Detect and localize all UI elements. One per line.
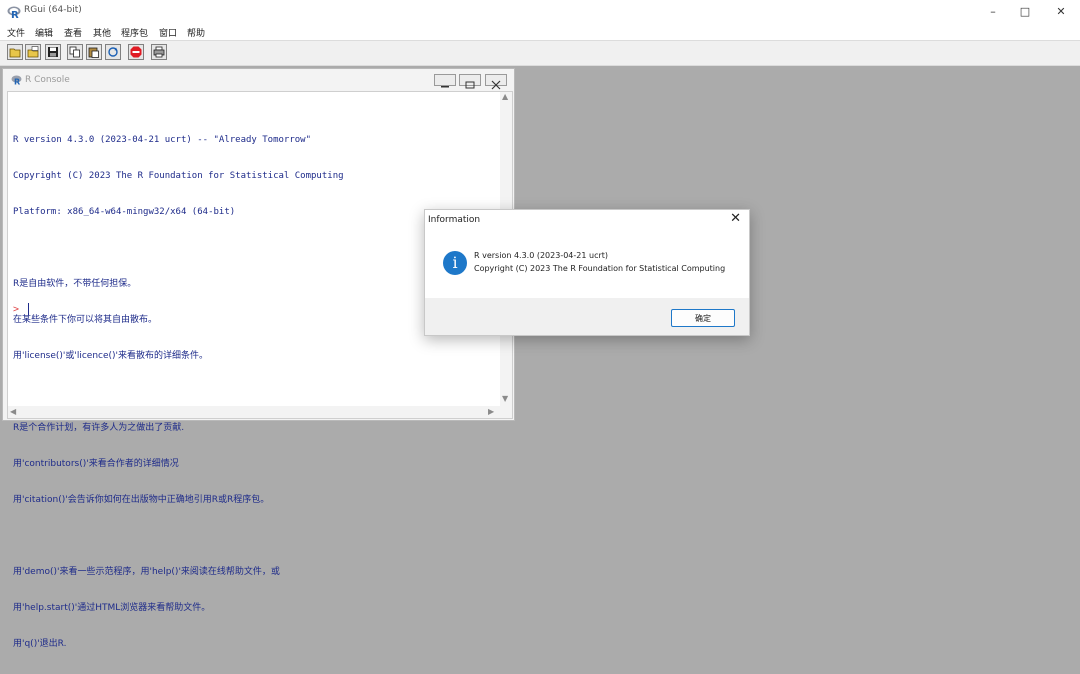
menu-edit[interactable]: 编辑 [35, 26, 53, 39]
r-logo-icon: R [11, 75, 22, 86]
minimize-button[interactable]: – [978, 3, 1008, 21]
text-caret [28, 303, 29, 315]
copy-paste-button[interactable] [105, 44, 121, 60]
stop-icon [130, 46, 142, 58]
paste-icon [88, 47, 99, 58]
menu-view[interactable]: 查看 [64, 26, 82, 39]
console-line: 用'citation()'会告诉你如何在出版物中正确地引用R或R程序包。 [13, 495, 270, 505]
ok-button[interactable]: 确定 [671, 309, 735, 327]
save-icon [48, 47, 58, 57]
dialog-message-line1: R version 4.3.0 (2023-04-21 ucrt) [474, 251, 609, 260]
menu-windows[interactable]: 窗口 [159, 26, 177, 39]
menu-misc[interactable]: 其他 [93, 26, 111, 39]
open-script-button[interactable] [7, 44, 23, 60]
svg-text:R: R [11, 10, 19, 19]
scroll-up-icon[interactable]: ▲ [502, 92, 508, 101]
title-bar: R RGui (64-bit) – □ ✕ [0, 0, 1080, 24]
paste-button[interactable] [86, 44, 102, 60]
load-workspace-icon [27, 46, 39, 58]
dialog-message-line2: Copyright (C) 2023 The R Foundation for … [474, 264, 726, 273]
print-button[interactable] [151, 44, 167, 60]
console-line: 用'q()'退出R. [13, 639, 67, 649]
scroll-right-icon[interactable]: ▶ [488, 407, 494, 416]
console-minimize-button[interactable] [434, 74, 456, 88]
print-icon [153, 46, 165, 58]
console-line: 用'license()'或'licence()'来看散布的详细条件。 [13, 351, 209, 361]
dialog-footer: 确定 [425, 298, 749, 335]
menu-packages[interactable]: 程序包 [121, 26, 148, 39]
svg-text:R: R [14, 78, 20, 86]
console-output: R version 4.3.0 (2023-04-21 ucrt) -- "Al… [13, 110, 498, 674]
load-workspace-button[interactable] [25, 44, 41, 60]
console-close-button[interactable] [485, 74, 507, 90]
console-horizontal-scrollbar[interactable]: ◀ ▶ [8, 406, 512, 418]
console-title: R Console [25, 75, 70, 85]
console-line: Copyright (C) 2023 The R Foundation for … [13, 171, 344, 181]
maximize-button[interactable]: □ [1010, 3, 1040, 21]
console-line: R version 4.3.0 (2023-04-21 ucrt) -- "Al… [13, 135, 312, 145]
copy-icon [69, 46, 80, 58]
open-script-icon [9, 48, 21, 58]
r-logo-icon: R [7, 6, 21, 19]
menu-bar: 文件 编辑 查看 其他 程序包 窗口 帮助 [0, 24, 1080, 40]
console-line: R是个合作计划，有许多人为之做出了贡献. [13, 423, 185, 433]
menu-file[interactable]: 文件 [7, 26, 25, 39]
toolbar [0, 40, 1080, 66]
save-button[interactable] [45, 44, 61, 60]
info-icon: i [443, 251, 467, 275]
app-title: RGui (64-bit) [24, 5, 82, 15]
console-title-bar[interactable]: R R Console [3, 69, 514, 91]
dialog-title: Information [428, 215, 481, 225]
scroll-left-icon[interactable]: ◀ [10, 407, 16, 416]
copy-paste-icon [108, 47, 118, 57]
console-line: 用'help.start()'通过HTML浏览器来看帮助文件。 [13, 603, 211, 613]
menu-help[interactable]: 帮助 [187, 26, 205, 39]
rgui-app: R RGui (64-bit) – □ ✕ 文件 编辑 查看 其他 程序包 窗口… [0, 0, 1080, 649]
information-dialog: Information ✕ i R version 4.3.0 (2023-04… [424, 209, 750, 336]
dialog-close-button[interactable]: ✕ [730, 211, 741, 226]
minimize-icon [441, 86, 449, 88]
copy-button[interactable] [67, 44, 83, 60]
console-restore-button[interactable] [459, 74, 481, 89]
restore-icon [465, 81, 475, 89]
stop-button[interactable] [128, 44, 144, 60]
scroll-down-icon[interactable]: ▼ [502, 394, 508, 403]
console-line: 用'demo()'来看一些示范程序，用'help()'来阅读在线帮助文件，或 [13, 567, 280, 577]
console-prompt: > [13, 304, 20, 315]
console-line: 用'contributors()'来看合作者的详细情况 [13, 459, 179, 469]
close-button[interactable]: ✕ [1046, 3, 1076, 21]
close-icon [491, 80, 501, 90]
